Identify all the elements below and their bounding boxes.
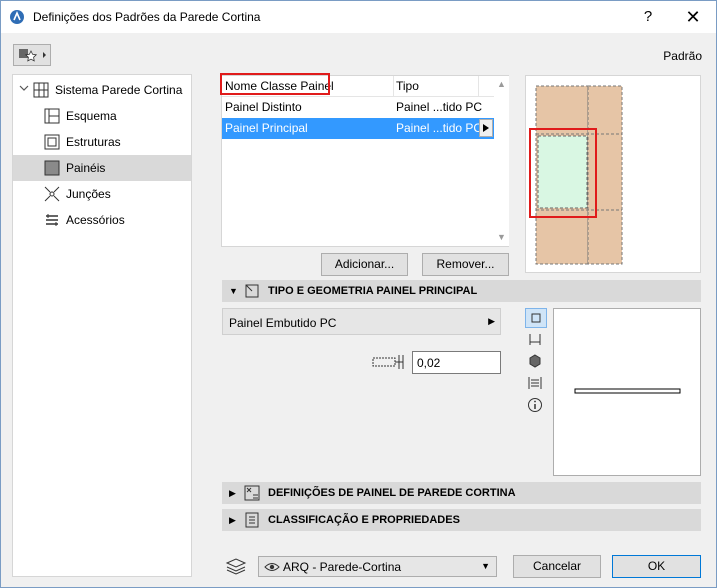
plan-view-icon [531,313,541,323]
view-dropdown-value: ARQ - Parede-Cortina [283,560,402,574]
ok-button[interactable]: OK [612,555,701,578]
archicad-app-icon [10,10,24,24]
curtain-wall-preview [525,75,701,273]
close-button[interactable]: ✕ [670,1,716,33]
scroll-up-icon[interactable]: ▲ [497,79,506,89]
triangle-right-icon [483,124,489,132]
tree-item-panels[interactable]: Painéis [13,155,191,181]
highlight-box [220,73,330,95]
row-type: Painel ...tido PC [396,100,483,114]
column-separator [478,76,479,97]
classification-icon [245,512,259,528]
tree-item-junctions[interactable]: Junções [44,181,111,207]
tree-item-curtain-wall-system[interactable]: Sistema Parede Cortina [33,77,182,103]
tree-item-label: Acessórios [66,213,125,227]
triangle-right-icon: ▶ [488,316,495,326]
dialog-window: Definições dos Padrões da Parede Cortina… [0,0,717,588]
favorites-button[interactable] [13,44,51,66]
section-classification[interactable]: ▶ CLASSIFICAÇÃO E PROPRIEDADES [222,509,701,531]
column-separator [393,76,394,97]
row-name: Painel Principal [225,121,308,135]
dimension-icon [528,377,542,389]
tree-item-accessories[interactable]: Acessórios [44,207,125,233]
junctions-icon [44,186,60,202]
collapse-chevron-icon[interactable] [19,83,29,93]
tree-item-label: Painéis [66,161,106,175]
list-row-main-panel[interactable]: Painel Principal Painel ...tido PC [222,118,494,139]
frames-icon [44,134,60,150]
thickness-input[interactable]: 0,02 [412,351,501,374]
scroll-down-icon[interactable]: ▼ [497,232,506,242]
window-title: Definições dos Padrões da Parede Cortina [33,10,261,24]
collapsed-triangle-icon: ▶ [229,488,236,498]
title-bar: Definições dos Padrões da Parede Cortina… [1,1,716,33]
section-title: CLASSIFICAÇÃO E PROPRIEDADES [268,514,460,526]
panel-class-list: Nome Classe Painel Tipo Painel Distinto … [220,73,509,247]
panel-section-drawing [574,388,681,394]
info-button[interactable] [525,396,547,416]
list-row-distinct-panel[interactable]: Painel Distinto Painel ...tido PC [222,97,494,118]
panel-type-dropdown[interactable]: Painel Embutido PC ▶ [222,308,501,335]
tree-item-label: Esquema [66,109,117,123]
section-title: DEFINIÇÕES DE PAINEL DE PAREDE CORTINA [268,487,516,499]
tree-item-label: Sistema Parede Cortina [55,83,183,97]
section-view-button[interactable] [525,330,547,350]
collapsed-triangle-icon: ▶ [229,515,236,525]
section-view-icon [529,334,541,345]
thickness-value: 0,02 [417,356,441,370]
plan-view-button[interactable] [525,308,547,328]
3d-cube-icon [529,354,541,368]
add-button[interactable]: Adicionar... [321,253,408,276]
thickness-icon [372,355,404,369]
panel-type-value: Painel Embutido PC [229,316,337,330]
tree-item-label: Junções [66,187,111,201]
dimension-view-button[interactable] [525,374,547,394]
panel-geometry-icon [245,284,259,298]
panel-profile-preview [553,308,701,476]
settings-tree: Sistema Parede Cortina Esquema Estrutura… [12,74,192,577]
help-button[interactable]: ? [625,1,671,33]
tree-item-frames[interactable]: Estruturas [44,129,121,155]
view-dropdown[interactable]: ARQ - Parede-Cortina ▼ [258,556,497,577]
row-type: Painel ...tido PC [396,121,483,135]
tree-item-scheme[interactable]: Esquema [44,103,117,129]
favorites-star-icon [19,49,46,62]
layers-icon [225,558,247,575]
curtain-wall-system-icon [33,82,49,98]
list-header: Nome Classe Painel Tipo [220,73,494,97]
expanded-triangle-icon: ▼ [229,286,238,296]
panels-icon [44,160,60,176]
accessories-icon [46,214,58,226]
row-name: Painel Distinto [225,100,302,114]
remove-button[interactable]: Remover... [422,253,509,276]
section-panel-settings[interactable]: ▶ DEFINIÇÕES DE PAINEL DE PAREDE CORTINA [222,482,701,504]
eye-icon [264,563,280,571]
cancel-button[interactable]: Cancelar [513,555,601,578]
info-icon [528,398,542,412]
default-label: Padrão [663,49,702,63]
3d-view-button[interactable] [525,352,547,372]
section-type-geometry[interactable]: ▼ TIPO E GEOMETRIA PAINEL PRINCIPAL [222,280,701,302]
panel-settings-icon [244,485,260,501]
chevron-down-icon: ▼ [481,561,490,571]
section-title: TIPO E GEOMETRIA PAINEL PRINCIPAL [268,285,478,297]
column-header-type[interactable]: Tipo [396,79,419,93]
scheme-icon [44,108,60,124]
tree-item-label: Estruturas [66,135,121,149]
curtain-wall-drawing [529,85,623,265]
list-scrollbar[interactable]: ▲ ▼ [494,76,509,246]
type-picker-button[interactable] [479,119,493,137]
